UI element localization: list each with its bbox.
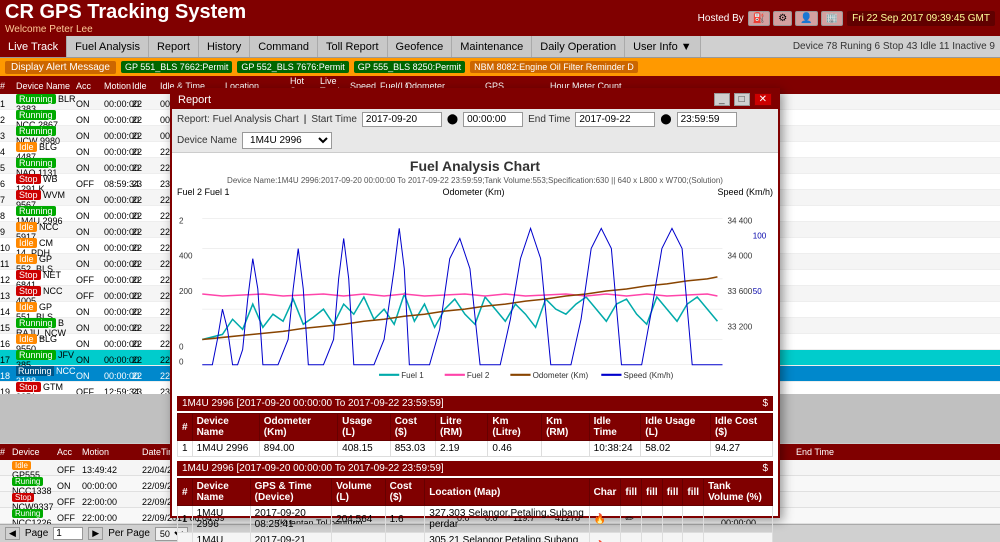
- end-time-input[interactable]: [677, 112, 737, 127]
- modal-tables: 1M4U 2996 [2017-09-20 00:00:00 To 2017-0…: [172, 393, 778, 542]
- svg-text:Speed (Km/h): Speed (Km/h): [623, 371, 673, 380]
- fuel-chart-svg: 2 400 200 0 0 34 400 34 000 33 600 33 20…: [177, 199, 773, 389]
- svg-text:Fuel 1: Fuel 1: [401, 371, 424, 380]
- settings-icon-btn[interactable]: ⚙: [773, 11, 792, 26]
- svg-text:33 600: 33 600: [728, 287, 753, 296]
- svg-text:400: 400: [179, 252, 193, 261]
- tab-fuel-analysis[interactable]: Fuel Analysis: [67, 36, 149, 57]
- start-date-input[interactable]: [362, 112, 442, 127]
- tab-user-info[interactable]: User Info ▼: [625, 36, 701, 57]
- modal-controls: _ □ ✕: [714, 93, 772, 106]
- top-right: Hosted By ⛽ ⚙ 👤 🏢 Fri 22 Sep 2017 09:39:…: [698, 11, 995, 26]
- modal-minimize-btn[interactable]: _: [714, 93, 730, 106]
- chart-title: Fuel Analysis Chart: [177, 158, 773, 174]
- svg-text:Odometer (Km): Odometer (Km): [533, 371, 589, 380]
- start-time-input[interactable]: [463, 112, 523, 127]
- tab-history[interactable]: History: [199, 36, 250, 57]
- tab-live-track[interactable]: Live Track: [0, 36, 67, 57]
- user-label: Welcome Peter Lee: [5, 24, 698, 35]
- hosted-by-label: Hosted By: [698, 13, 744, 24]
- fuel-icon-btn[interactable]: ⛽: [748, 11, 770, 26]
- fuel-analysis-modal: Report _ □ ✕ Report: Fuel Analysis Chart…: [170, 88, 780, 518]
- svg-text:2: 2: [179, 216, 184, 225]
- logo-btn[interactable]: 🏢: [821, 11, 843, 26]
- svg-text:0: 0: [179, 343, 184, 352]
- tab-geofence[interactable]: Geofence: [388, 36, 453, 57]
- top-icons: ⛽ ⚙ 👤 🏢: [748, 11, 843, 26]
- prev-page-btn[interactable]: ◀: [5, 527, 20, 540]
- svg-text:33 200: 33 200: [728, 322, 753, 331]
- alert-bar: Display Alert Message GP 551_BLS 7662:Pe…: [0, 58, 1000, 76]
- next-page-btn[interactable]: ▶: [88, 527, 103, 540]
- permit-2: GP 552_BLS 7676:Permit: [237, 61, 348, 73]
- permit-3: GP 555_BLS 8250:Permit: [354, 61, 465, 73]
- page-label: Page: [25, 528, 48, 539]
- tab-command[interactable]: Command: [250, 36, 318, 57]
- modal-title: Report: [178, 94, 211, 106]
- tab-maintenance[interactable]: Maintenance: [452, 36, 532, 57]
- modal-toolbar: Report: Fuel Analysis Chart | Start Time…: [172, 109, 778, 153]
- table-row: 2 1M4U 2996 2017-09-21 11:26:52 205,217 …: [178, 533, 773, 542]
- svg-text:200: 200: [179, 287, 193, 296]
- page-input[interactable]: [53, 527, 83, 540]
- end-time-label: End Time: [528, 114, 570, 125]
- permit-1: GP 551_BLS 7662:Permit: [121, 61, 232, 73]
- svg-text:0: 0: [179, 358, 184, 367]
- app-title: CR GPS Tracking System: [5, 1, 688, 24]
- tab-toll-report[interactable]: Toll Report: [318, 36, 388, 57]
- display-alert-btn[interactable]: Display Alert Message: [5, 61, 116, 74]
- permit-4: NBM 8082:Engine Oil Filter Reminder D: [470, 61, 638, 73]
- modal-close-btn[interactable]: ✕: [754, 93, 772, 106]
- per-page-label: Per Page: [108, 528, 150, 539]
- svg-text:50: 50: [753, 287, 762, 296]
- chart-subtitle: Device Name:1M4U 2996:2017-09-20 00:00:0…: [177, 176, 773, 185]
- top-bar: CR GPS Tracking System Welcome Peter Lee…: [0, 0, 1000, 36]
- section1-title: 1M4U 2996 [2017-09-20 00:00:00 To 2017-0…: [177, 396, 773, 411]
- device-name-label: Device Name: [177, 135, 237, 146]
- table-row: 1 1M4U 2996 894.00 408.15 853.03 2.19 0.…: [178, 441, 773, 457]
- svg-text:Fuel 2: Fuel 2: [467, 371, 490, 380]
- chart-name-label: Report: Fuel Analysis Chart: [177, 114, 299, 125]
- svg-text:34 400: 34 400: [728, 216, 753, 225]
- summary-table: # Device Name Odometer (Km) Usage (L) Co…: [177, 413, 773, 457]
- modal-maximize-btn[interactable]: □: [734, 93, 750, 106]
- end-date-input[interactable]: [575, 112, 655, 127]
- datetime-display: Fri 22 Sep 2017 09:39:45 GMT: [847, 11, 995, 26]
- section2-title: 1M4U 2996 [2017-09-20 00:00:00 To 2017-0…: [177, 461, 773, 476]
- tab-daily-operation[interactable]: Daily Operation: [532, 36, 625, 57]
- chart-axis-labels: Fuel 2 Fuel 1 Odometer (Km) Speed (Km/h): [177, 187, 773, 197]
- profile-icon-btn[interactable]: 👤: [795, 11, 817, 26]
- svg-text:100: 100: [753, 231, 767, 240]
- modal-title-bar: Report _ □ ✕: [172, 90, 778, 109]
- device-name-select[interactable]: 1M4U 2996: [242, 132, 332, 149]
- tab-report[interactable]: Report: [149, 36, 199, 57]
- nav-device-info: Device 78 Runing 6 Stop 43 Idle 11 Inact…: [788, 41, 1000, 52]
- svg-text:34 000: 34 000: [728, 252, 753, 261]
- chart-container: Fuel Analysis Chart Device Name:1M4U 299…: [172, 153, 778, 393]
- detail-table: # Device Name GPS & Time (Device) Volume…: [177, 478, 773, 542]
- start-time-label: Start Time: [311, 114, 357, 125]
- table-row: 1 1M4U 2996 2017-09-20 08:25:41 204,564 …: [178, 506, 773, 533]
- nav-tabs: Live Track Fuel Analysis Report History …: [0, 36, 1000, 58]
